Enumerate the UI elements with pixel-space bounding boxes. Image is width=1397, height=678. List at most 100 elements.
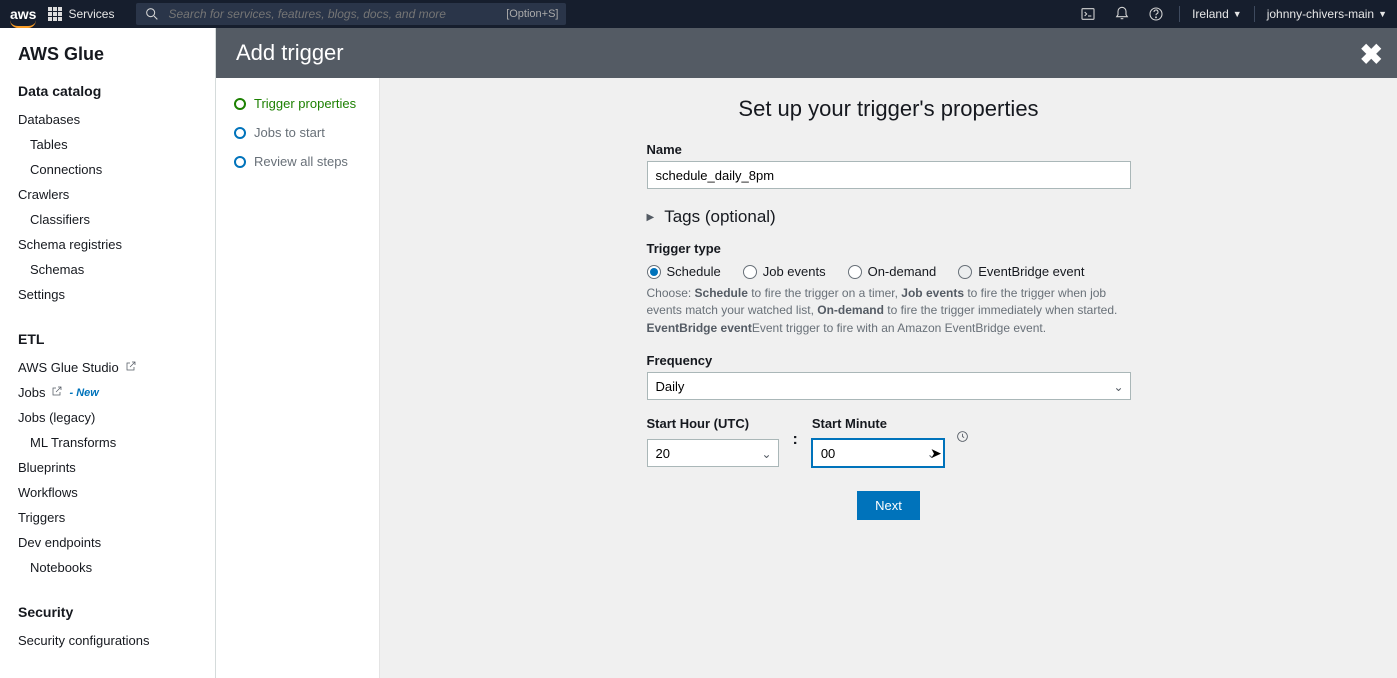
- sidebar-item-label: Schema registries: [18, 237, 122, 252]
- external-link-icon: [125, 360, 137, 375]
- name-label: Name: [647, 142, 1131, 157]
- step-ring-icon: [234, 98, 246, 110]
- trigger-type-label: Trigger type: [647, 241, 1131, 256]
- frequency-value: Daily: [656, 379, 685, 394]
- region-selector[interactable]: Ireland ▼: [1192, 7, 1242, 21]
- sidebar-item[interactable]: Tables: [18, 132, 197, 157]
- tags-label: Tags (optional): [664, 207, 776, 227]
- top-nav-bar: aws Services [Option+S] Ireland ▼ johnny…: [0, 0, 1397, 28]
- start-minute-label: Start Minute: [812, 416, 944, 431]
- sidebar-item-label: Connections: [30, 162, 102, 177]
- radio-icon: [848, 265, 862, 279]
- notifications-icon[interactable]: [1111, 3, 1133, 25]
- help-icon[interactable]: [1145, 3, 1167, 25]
- sidebar-item-label: Settings: [18, 287, 65, 302]
- wizard-step[interactable]: Review all steps: [234, 154, 369, 169]
- sidebar-item-label: Blueprints: [18, 460, 76, 475]
- sidebar-item-label: Notebooks: [30, 560, 92, 575]
- caret-right-icon: ▶: [647, 212, 655, 223]
- panel-title: Add trigger: [236, 40, 344, 66]
- search-bar[interactable]: [Option+S]: [136, 3, 566, 25]
- sidebar-item[interactable]: Dev endpoints: [18, 530, 197, 555]
- sidebar-item[interactable]: Classifiers: [18, 207, 197, 232]
- frequency-select[interactable]: Daily ⌄: [647, 372, 1131, 400]
- sidebar-item-label: Jobs: [18, 385, 45, 400]
- close-icon[interactable]: ✖: [1360, 38, 1383, 71]
- sidebar-item[interactable]: Blueprints: [18, 455, 197, 480]
- sidebar-item-label: Databases: [18, 112, 80, 127]
- start-hour-value: 20: [656, 446, 670, 461]
- sidebar-item[interactable]: Notebooks: [18, 555, 197, 580]
- tags-expander[interactable]: ▶ Tags (optional): [647, 207, 1131, 227]
- sidebar-item-label: AWS Glue Studio: [18, 360, 119, 375]
- page-title: Set up your trigger's properties: [579, 96, 1199, 122]
- sidebar-item-label: Tables: [30, 137, 68, 152]
- radio-label: Schedule: [667, 264, 721, 279]
- sidebar-item[interactable]: Settings: [18, 282, 197, 307]
- step-label: Jobs to start: [254, 125, 325, 140]
- chevron-down-icon: ⌄: [927, 447, 937, 461]
- panel-header: Add trigger ✖: [216, 28, 1397, 78]
- radio-icon: [958, 265, 972, 279]
- region-label: Ireland: [1192, 7, 1229, 21]
- user-label: johnny-chivers-main: [1267, 7, 1374, 21]
- service-title: AWS Glue: [18, 44, 197, 65]
- start-minute-select[interactable]: 00 ⌄: [812, 439, 944, 467]
- wizard-step[interactable]: Trigger properties: [234, 96, 369, 111]
- sidebar-item-label: Crawlers: [18, 187, 69, 202]
- services-label: Services: [68, 7, 114, 21]
- search-input[interactable]: [168, 7, 498, 21]
- sidebar-item[interactable]: Triggers: [18, 505, 197, 530]
- sidebar-item[interactable]: ML Transforms: [18, 430, 197, 455]
- frequency-label: Frequency: [647, 353, 1131, 368]
- trigger-type-radiogroup: Schedule Job events On-demand EventBridge e…: [647, 264, 1131, 279]
- sidebar-item[interactable]: Jobs (legacy): [18, 405, 197, 430]
- sidebar-item-label: Security configurations: [18, 633, 150, 648]
- sidebar-item[interactable]: Connections: [18, 157, 197, 182]
- sidebar-group-header: ETL: [18, 331, 197, 347]
- user-menu[interactable]: johnny-chivers-main ▼: [1267, 7, 1387, 21]
- trigger-type-option[interactable]: Schedule: [647, 264, 721, 279]
- start-minute-value: 00: [821, 446, 835, 461]
- sidebar-item-label: Dev endpoints: [18, 535, 101, 550]
- sidebar-item[interactable]: Workflows: [18, 480, 197, 505]
- external-link-icon: [51, 385, 63, 400]
- radio-label: EventBridge event: [978, 264, 1084, 279]
- new-badge: - New: [69, 387, 98, 399]
- cloudshell-icon[interactable]: [1077, 3, 1099, 25]
- trigger-type-description: Choose: Schedule to fire the trigger on …: [647, 285, 1131, 337]
- trigger-type-option[interactable]: Job events: [743, 264, 826, 279]
- radio-label: Job events: [763, 264, 826, 279]
- services-menu-button[interactable]: Services: [48, 7, 114, 21]
- sidebar-item[interactable]: Schema registries: [18, 232, 197, 257]
- sidebar-item-label: Schemas: [30, 262, 84, 277]
- trigger-type-option[interactable]: EventBridge event: [958, 264, 1084, 279]
- time-colon: :: [793, 431, 798, 449]
- clock-icon: [956, 430, 969, 448]
- sidebar-item-label: Triggers: [18, 510, 65, 525]
- chevron-down-icon: ▼: [1378, 9, 1387, 19]
- wizard-step[interactable]: Jobs to start: [234, 125, 369, 140]
- sidebar-item[interactable]: AWS Glue Studio: [18, 355, 197, 380]
- search-icon: [144, 6, 160, 22]
- trigger-type-option[interactable]: On-demand: [848, 264, 937, 279]
- sidebar-group-header: Security: [18, 604, 197, 620]
- sidebar-item[interactable]: Schemas: [18, 257, 197, 282]
- sidebar-item[interactable]: Crawlers: [18, 182, 197, 207]
- sidebar-item[interactable]: Databases: [18, 107, 197, 132]
- sidebar-item[interactable]: Security configurations: [18, 628, 197, 653]
- wizard-steps: Trigger properties Jobs to start Review al…: [216, 78, 380, 678]
- chevron-down-icon: ⌄: [1113, 380, 1123, 394]
- aws-logo[interactable]: aws: [10, 6, 36, 22]
- radio-icon: [647, 265, 661, 279]
- step-label: Trigger properties: [254, 96, 356, 111]
- sidebar-item-label: Workflows: [18, 485, 78, 500]
- next-button[interactable]: Next: [857, 491, 920, 520]
- chevron-down-icon: ⌄: [761, 447, 771, 461]
- sidebar: AWS Glue Data catalogDatabasesTablesConn…: [0, 28, 216, 678]
- start-hour-select[interactable]: 20 ⌄: [647, 439, 779, 467]
- sidebar-item[interactable]: Jobs - New: [18, 380, 197, 405]
- trigger-name-input[interactable]: [647, 161, 1131, 189]
- sidebar-item-label: Jobs (legacy): [18, 410, 95, 425]
- step-ring-icon: [234, 156, 246, 168]
